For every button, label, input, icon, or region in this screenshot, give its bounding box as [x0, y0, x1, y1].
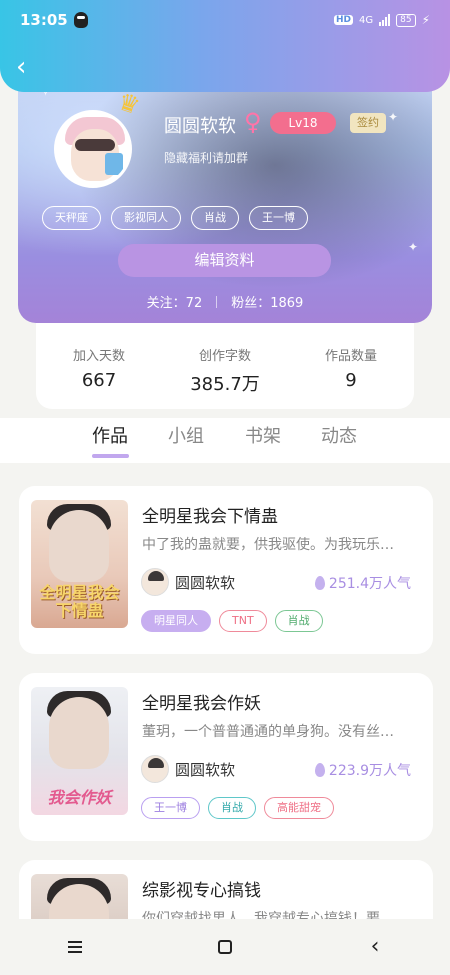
popularity-value: 251.4万人气: [328, 576, 411, 592]
battery-icon: 85: [396, 13, 416, 27]
home-icon: [218, 940, 232, 954]
crown-icon: ♛: [114, 87, 144, 121]
stat-value: 667: [81, 370, 117, 391]
profile-tag[interactable]: 王一博: [249, 206, 308, 230]
fans-count[interactable]: 粉丝：1869: [231, 292, 303, 311]
tab-works[interactable]: 作品: [92, 422, 128, 448]
stat-label: 加入天数: [72, 349, 125, 364]
level-badge[interactable]: Lv18: [270, 112, 336, 134]
profile-tag[interactable]: 天秤座: [42, 206, 101, 230]
sparkle-icon: ✦: [388, 110, 399, 124]
work-tag[interactable]: TNT: [219, 610, 267, 632]
top-header: 13:05 HD 4G 85 ⚡ ‹: [0, 0, 450, 92]
back-icon: ‹: [370, 934, 380, 959]
stat-join-days: 加入天数 667: [36, 323, 162, 409]
work-tags: 明星同人 TNT 肖战: [141, 610, 323, 632]
work-title[interactable]: 综影视专心搞钱: [142, 876, 261, 901]
work-title[interactable]: 全明星我会作妖: [142, 689, 261, 714]
edit-profile-button[interactable]: 编辑资料: [118, 244, 331, 277]
stat-label: 创作字数: [198, 349, 251, 364]
profile-tag[interactable]: 肖战: [191, 206, 239, 230]
cover-title: 全明星我会下情蛊: [39, 583, 120, 620]
stat-works-count: 作品数量 9: [288, 323, 414, 409]
profile-bio: 隐藏福利请加群: [164, 151, 249, 165]
status-time: 13:05: [20, 11, 68, 29]
recent-apps-button[interactable]: [55, 927, 95, 967]
author-name: 圆圆软软: [175, 761, 236, 779]
stats-panel: 加入天数 667 创作字数 385.7万 作品数量 9: [36, 323, 414, 409]
tab-activity[interactable]: 动态: [321, 422, 357, 448]
divider: [216, 295, 218, 308]
work-tag[interactable]: 肖战: [274, 610, 323, 632]
fire-icon: [314, 576, 325, 590]
avatar[interactable]: [54, 110, 132, 188]
profile-hero: ✦ ✦ ✧ ♛ 圆圆软软 ♀ Lv18 签约 隐藏福利请加群 天秤座 影视同人 …: [18, 60, 432, 323]
signed-badge: 签约: [350, 113, 386, 133]
stat-word-count: 创作字数 385.7万: [162, 323, 288, 409]
charging-icon: ⚡: [421, 13, 430, 27]
work-description: 董玥，一个普普通通的单身狗。没有丝…: [142, 724, 394, 740]
work-tags: 王一博 肖战 高能甜宠: [141, 797, 334, 819]
popularity: 251.4万人气: [314, 573, 411, 593]
work-card[interactable]: 我会作妖 全明星我会作妖 董玥，一个普普通通的单身狗。没有丝… 圆圆软软 223…: [19, 673, 433, 841]
home-button[interactable]: [205, 927, 245, 967]
book-cover[interactable]: 我会作妖: [31, 687, 128, 815]
work-tag[interactable]: 王一博: [141, 797, 200, 819]
work-description: 中了我的蛊就要，供我驱使。为我玩乐…: [142, 537, 394, 553]
sparkle-icon: ✦: [408, 240, 419, 254]
work-description: 你们穿越找男人，我穿越专心搞钱！要…: [142, 911, 394, 919]
stat-value: 9: [345, 370, 357, 391]
author-avatar: [141, 568, 169, 596]
signal-icon: [379, 14, 391, 26]
stat-value: 385.7万: [190, 374, 260, 395]
menu-icon: [68, 941, 82, 953]
author-avatar: [141, 755, 169, 783]
active-tab-indicator: [92, 454, 129, 458]
status-right: HD 4G 85 ⚡: [333, 13, 430, 27]
network-label: 4G: [358, 14, 374, 26]
female-icon: ♀: [244, 108, 262, 136]
tab-bookshelf[interactable]: 书架: [245, 422, 281, 448]
popularity-value: 223.9万人气: [328, 763, 411, 779]
author-name: 圆圆软软: [175, 574, 236, 592]
stat-label: 作品数量: [324, 349, 377, 364]
book-cover[interactable]: [31, 874, 128, 919]
work-title[interactable]: 全明星我会下情蛊: [142, 502, 278, 527]
back-button[interactable]: ‹: [355, 927, 395, 967]
popularity: 223.9万人气: [314, 760, 411, 780]
work-tag[interactable]: 高能甜宠: [264, 797, 334, 819]
following-count[interactable]: 关注：72: [147, 292, 203, 311]
work-card[interactable]: 全明星我会下情蛊 全明星我会下情蛊 中了我的蛊就要，供我驱使。为我玩乐… 圆圆软…: [19, 486, 433, 654]
fire-icon: [314, 763, 325, 777]
cover-title: 我会作妖: [47, 788, 112, 807]
follow-stats: 关注：72 粉丝：1869: [18, 292, 432, 311]
system-nav-bar: ‹: [0, 919, 450, 975]
work-tag[interactable]: 明星同人: [141, 610, 211, 632]
qq-notification-icon: [73, 12, 88, 28]
tab-groups[interactable]: 小组: [168, 422, 204, 448]
book-cover[interactable]: 全明星我会下情蛊: [31, 500, 128, 628]
back-arrow-icon[interactable]: ‹: [16, 54, 26, 80]
work-tag[interactable]: 肖战: [208, 797, 256, 819]
profile-tabs: 作品 小组 书架 动态: [0, 418, 450, 463]
profile-tag[interactable]: 影视同人: [111, 206, 181, 230]
hd-icon: HD: [333, 15, 353, 25]
username: 圆圆软软: [164, 116, 236, 137]
profile-tags: 天秤座 影视同人 肖战 王一博: [42, 206, 308, 230]
status-bar: 13:05 HD 4G 85 ⚡: [20, 8, 430, 32]
work-card[interactable]: 综影视专心搞钱 你们穿越找男人，我穿越专心搞钱！要…: [19, 860, 433, 919]
